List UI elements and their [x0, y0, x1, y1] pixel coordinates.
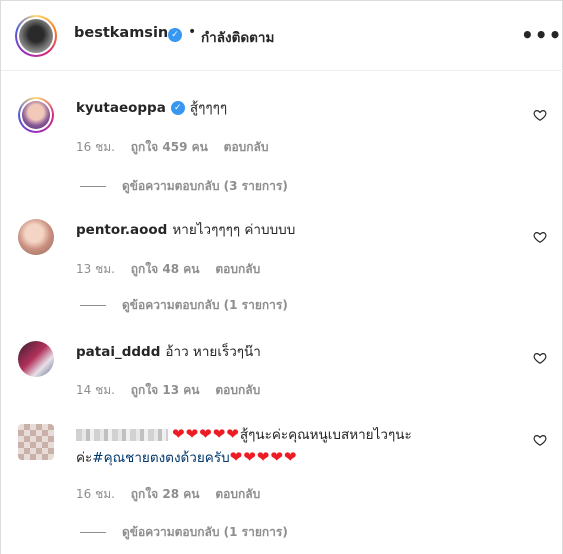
commenter-avatar-blurred[interactable]	[18, 424, 54, 460]
comment-meta: 16 ชม. ถูกใจ 28 คน ตอบกลับ	[76, 485, 272, 504]
comment-text-line: patai_dddd อ้าว หายเร็วๆน๊า	[76, 341, 261, 363]
verified-badge-icon: ✓	[168, 28, 182, 42]
commenter-avatar[interactable]	[18, 341, 54, 377]
comment-text-line: pentor.aood หายไวๆๆๆๆ ค่าบบบบ	[76, 219, 295, 241]
comment-time[interactable]: 14 ชม.	[76, 383, 115, 397]
heart-outline-icon[interactable]	[533, 108, 547, 122]
comment-body-cont: ค่ะ	[76, 450, 93, 466]
heart-outline-icon[interactable]	[533, 433, 547, 447]
view-replies-button[interactable]: ดูข้อความตอบกลับ (3 รายการ)	[80, 177, 288, 196]
separator-dot: •	[188, 24, 197, 40]
heart-outline-icon[interactable]	[533, 351, 547, 365]
more-options-icon[interactable]: •••	[521, 23, 562, 47]
verified-badge-icon: ✓	[170, 101, 185, 115]
reply-button[interactable]: ตอบกลับ	[215, 262, 260, 276]
comment-time[interactable]: 16 ชม.	[76, 140, 115, 154]
follow-status-button[interactable]: กำลังติดตาม	[201, 26, 274, 48]
view-replies-button[interactable]: ดูข้อความตอบกลับ (1 รายการ)	[80, 296, 288, 315]
replies-divider-line	[80, 532, 106, 533]
commenter-avatar[interactable]	[18, 219, 54, 255]
comment-body: สู้ๆนะค่ะคุณหนูเบสหายไวๆนะ	[239, 427, 412, 443]
comment-likes[interactable]: ถูกใจ 28 คน	[131, 487, 200, 501]
reply-button[interactable]: ตอบกลับ	[215, 383, 260, 397]
heart-emoji-icon: ❤❤❤❤❤	[229, 448, 298, 466]
comment-time[interactable]: 16 ชม.	[76, 487, 115, 501]
replies-divider-line	[80, 186, 106, 187]
author-username[interactable]: bestkamsing	[74, 25, 179, 41]
comment-likes[interactable]: ถูกใจ 459 คน	[131, 140, 208, 154]
comment-text-line: ❤❤❤❤❤สู้ๆนะค่ะคุณหนูเบสหายไวๆนะ ค่ะ#คุณช…	[76, 423, 476, 469]
reply-button[interactable]: ตอบกลับ	[224, 140, 269, 154]
post-header: bestkamsing ✓ • กำลังติดตาม •••	[1, 1, 563, 71]
username-redacted	[76, 429, 168, 441]
replies-divider-line	[80, 305, 106, 306]
view-replies-label: ดูข้อความตอบกลับ (1 รายการ)	[122, 298, 288, 312]
comment-likes[interactable]: ถูกใจ 48 คน	[131, 262, 200, 276]
comment-meta: 16 ชม. ถูกใจ 459 คน ตอบกลับ	[76, 138, 281, 157]
commenter-avatar[interactable]	[18, 97, 54, 133]
comment-body: สู้ๆๆๆๆ	[189, 100, 228, 116]
comment-meta: 13 ชม. ถูกใจ 48 คน ตอบกลับ	[76, 260, 272, 279]
commenter-username[interactable]: kyutaeoppa	[76, 100, 166, 116]
comment-likes[interactable]: ถูกใจ 13 คน	[131, 383, 200, 397]
author-avatar[interactable]	[15, 15, 57, 57]
comment-text-line: kyutaeoppa ✓ สู้ๆๆๆๆ	[76, 97, 227, 119]
reply-button[interactable]: ตอบกลับ	[215, 487, 260, 501]
post-comments-panel: bestkamsing ✓ • กำลังติดตาม ••• kyutaeop…	[0, 0, 563, 554]
commenter-username[interactable]: patai_dddd	[76, 344, 160, 360]
hashtag-link[interactable]: #คุณชายตงตงด้วยครับ	[92, 450, 229, 466]
heart-emoji-icon: ❤❤❤❤❤	[172, 425, 240, 443]
comment-meta: 14 ชม. ถูกใจ 13 คน ตอบกลับ	[76, 381, 272, 400]
comment-time[interactable]: 13 ชม.	[76, 262, 115, 276]
comment-body: หายไวๆๆๆๆ ค่าบบบบ	[172, 222, 296, 238]
comment-body: อ้าว หายเร็วๆน๊า	[165, 344, 261, 360]
view-replies-label: ดูข้อความตอบกลับ (1 รายการ)	[122, 525, 288, 539]
view-replies-label: ดูข้อความตอบกลับ (3 รายการ)	[122, 179, 288, 193]
commenter-username[interactable]: pentor.aood	[76, 222, 167, 238]
view-replies-button[interactable]: ดูข้อความตอบกลับ (1 รายการ)	[80, 523, 288, 542]
heart-outline-icon[interactable]	[533, 230, 547, 244]
